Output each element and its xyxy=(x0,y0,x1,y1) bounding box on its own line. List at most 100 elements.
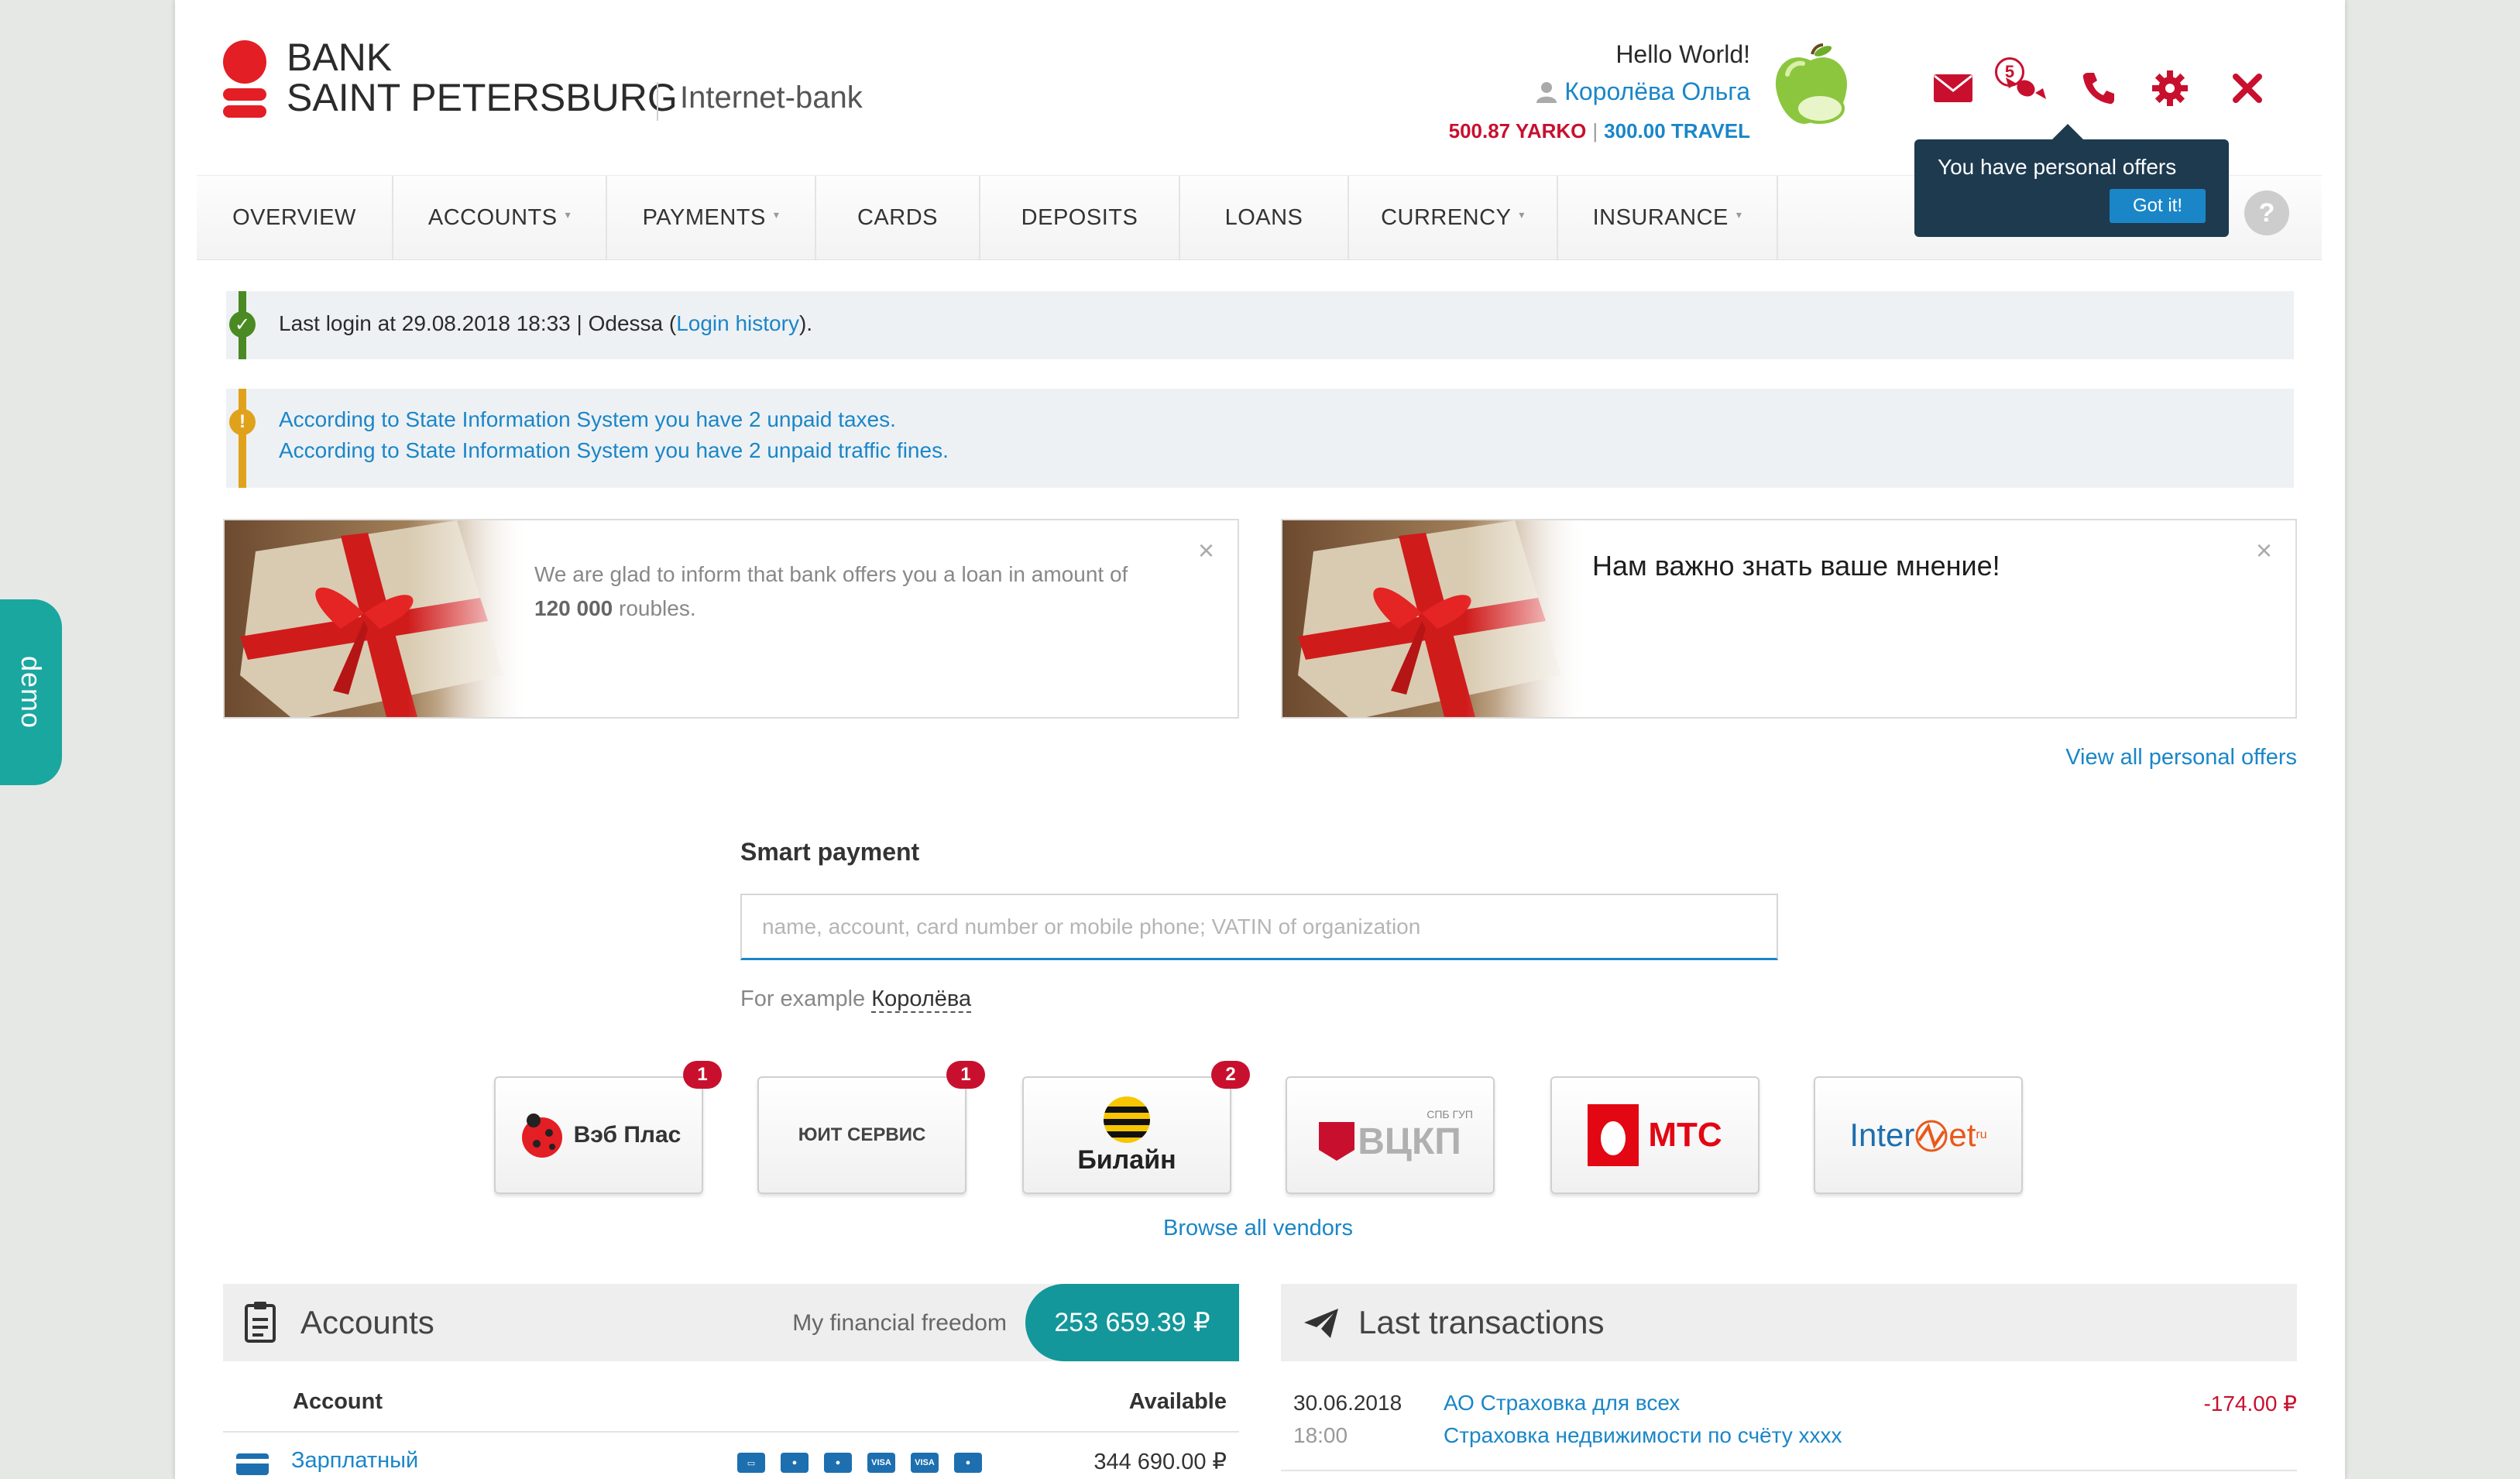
account-available: 344 690.00 ₽ xyxy=(1093,1450,1227,1474)
beeline-logo-icon xyxy=(1104,1096,1150,1143)
vendor-yuit-service[interactable]: ЮИТ СЕРВИС 1 xyxy=(757,1061,985,1194)
unpaid-fines-link[interactable]: According to State Information System yo… xyxy=(279,438,949,463)
nav-deposits[interactable]: DEPOSITS xyxy=(980,176,1180,259)
last-login-text: Last login at 29.08.2018 18:33 | Odessa … xyxy=(279,311,812,336)
mail-icon xyxy=(1934,74,1972,102)
last-login-alert: ✓ Last login at 29.08.2018 18:33 | Odess… xyxy=(226,291,2294,359)
vendor-sublabel: СПБ ГУП xyxy=(1427,1107,1473,1120)
balance-yarko[interactable]: 500.87 YARKO xyxy=(1449,119,1587,142)
login-suffix: ). xyxy=(798,311,813,335)
gear-icon xyxy=(2152,70,2188,106)
brand-name[interactable]: BANK SAINT PETERSBURG xyxy=(287,37,678,118)
warning-alert: ! According to State Information System … xyxy=(226,389,2294,488)
warning-icon: ! xyxy=(229,409,256,435)
chevron-down-icon: ▾ xyxy=(565,208,572,221)
login-history-link[interactable]: Login history xyxy=(676,311,799,335)
got-it-button[interactable]: Got it! xyxy=(2109,189,2206,223)
logout-button[interactable] xyxy=(2226,67,2269,110)
vendor-label: Inter xyxy=(1849,1117,1915,1153)
nav-label: INSURANCE xyxy=(1592,204,1729,230)
example-label: For example xyxy=(740,987,866,1011)
vendor-vckp[interactable]: СПБ ГУП ВЦКП xyxy=(1286,1076,1495,1194)
bonus-balances: 500.87 YARKO | 300.00 TRAVEL xyxy=(1449,119,1750,143)
visa-icon: VISA xyxy=(911,1453,939,1473)
financial-freedom-value[interactable]: 253 659.39 ₽ xyxy=(1025,1284,1239,1361)
card-icon: ● xyxy=(954,1453,982,1473)
loan-offer-card[interactable]: We are glad to inform that bank offers y… xyxy=(223,519,1239,719)
demo-label: demo xyxy=(15,655,47,729)
account-name-link[interactable]: Зарплатный xyxy=(291,1448,418,1474)
unpaid-taxes-link[interactable]: According to State Information System yo… xyxy=(279,407,896,432)
balance-travel[interactable]: 300.00 TRAVEL xyxy=(1604,119,1750,142)
phone-icon xyxy=(2082,73,2114,105)
feedback-offer-card[interactable]: Нам важно знать ваше мнение! × xyxy=(1281,519,2297,719)
transaction-amount: -174.00 ₽ xyxy=(2203,1391,2297,1416)
nav-accounts[interactable]: ACCOUNTS ▾ xyxy=(393,176,607,259)
loan-suffix: roubles. xyxy=(619,596,696,620)
transaction-date: 30.06.2018 xyxy=(1293,1391,1402,1415)
vendor-internet[interactable]: Inter et ru xyxy=(1814,1076,2023,1194)
vendor-beeline[interactable]: Билайн 2 xyxy=(1022,1061,1250,1194)
table-divider xyxy=(223,1431,1239,1433)
example-value-link[interactable]: Королёва xyxy=(871,987,972,1013)
login-prefix: Last login at 29.08.2018 18:33 | Odessa … xyxy=(279,311,677,335)
nav-currency[interactable]: CURRENCY ▾ xyxy=(1349,176,1558,259)
close-offer-button[interactable]: × xyxy=(1198,534,1214,567)
logo-divider xyxy=(657,82,658,121)
transactions-panel-header: Last transactions xyxy=(1281,1284,2297,1361)
brand-line1: BANK xyxy=(287,36,393,79)
vendor-webplus[interactable]: Вэб Плас 1 xyxy=(494,1061,722,1194)
bank-logo-icon[interactable] xyxy=(221,40,268,121)
vendor-label: Билайн xyxy=(1077,1144,1176,1175)
chevron-down-icon: ▾ xyxy=(1736,208,1742,221)
view-all-offers-link[interactable]: View all personal offers xyxy=(2065,745,2297,770)
balance-separator: | xyxy=(1592,119,1598,142)
gift-image xyxy=(225,520,530,717)
vendor-label-sup: ru xyxy=(1976,1128,1987,1141)
transactions-title: Last transactions xyxy=(1358,1304,1605,1340)
alert-bar xyxy=(239,389,246,488)
nav-label: DEPOSITS xyxy=(1021,204,1138,230)
nav-loans[interactable]: LOANS xyxy=(1180,176,1349,259)
settings-button[interactable] xyxy=(2148,67,2192,110)
accounts-title: Accounts xyxy=(300,1304,434,1340)
help-button[interactable]: ? xyxy=(2244,190,2289,235)
vendor-badge: 1 xyxy=(946,1061,985,1089)
financial-freedom-label: My financial freedom xyxy=(792,1310,1007,1336)
chevron-down-icon: ▾ xyxy=(773,208,780,221)
nav-insurance[interactable]: INSURANCE ▾ xyxy=(1558,176,1778,259)
vendor-label: МТС xyxy=(1648,1116,1722,1154)
nav-payments[interactable]: PAYMENTS ▾ xyxy=(607,176,816,259)
table-divider xyxy=(1281,1470,2297,1471)
user-icon xyxy=(1536,81,1557,103)
vendor-badge: 2 xyxy=(1211,1061,1250,1089)
mail-button[interactable] xyxy=(1931,67,1975,110)
loan-offer-text: We are glad to inform that bank offers y… xyxy=(534,558,1169,626)
nav-cards[interactable]: CARDS xyxy=(816,176,980,259)
demo-tab[interactable]: demo xyxy=(0,599,62,785)
vendor-mts[interactable]: МТС xyxy=(1550,1076,1760,1194)
nav-overview[interactable]: OVERVIEW xyxy=(197,176,393,259)
smart-payment-example: For example Королёва xyxy=(740,987,972,1013)
clipboard-icon xyxy=(245,1302,276,1343)
candy-icon xyxy=(2006,77,2046,99)
offers-button[interactable] xyxy=(2004,67,2048,110)
accounts-panel-header: Accounts My financial freedom 253 659.39… xyxy=(223,1284,1239,1361)
smart-payment-input[interactable] xyxy=(740,894,1778,960)
close-offer-button[interactable]: × xyxy=(2256,534,2272,567)
nav-label: CURRENCY xyxy=(1381,204,1512,230)
green-apple-icon[interactable] xyxy=(1772,43,1851,133)
loan-text: We are glad to inform that bank offers y… xyxy=(534,562,1128,586)
greeting: Hello World! xyxy=(1615,40,1750,68)
gift-image xyxy=(1282,520,1588,717)
col-account: Account xyxy=(293,1389,383,1414)
call-button[interactable] xyxy=(2077,67,2120,110)
nav-label: OVERVIEW xyxy=(232,204,356,230)
transaction-payee-link[interactable]: АО Страховка для всех xyxy=(1444,1391,1680,1416)
transaction-description-link[interactable]: Страховка недвижимости по счёту хххх xyxy=(1444,1423,1842,1448)
wallet-icon xyxy=(236,1453,269,1475)
card-icon: ▭ xyxy=(737,1453,765,1473)
user-link[interactable]: Королёва Ольга xyxy=(1536,77,1750,106)
browse-vendors-link[interactable]: Browse all vendors xyxy=(1163,1216,1353,1241)
card-icon: ● xyxy=(824,1453,852,1473)
